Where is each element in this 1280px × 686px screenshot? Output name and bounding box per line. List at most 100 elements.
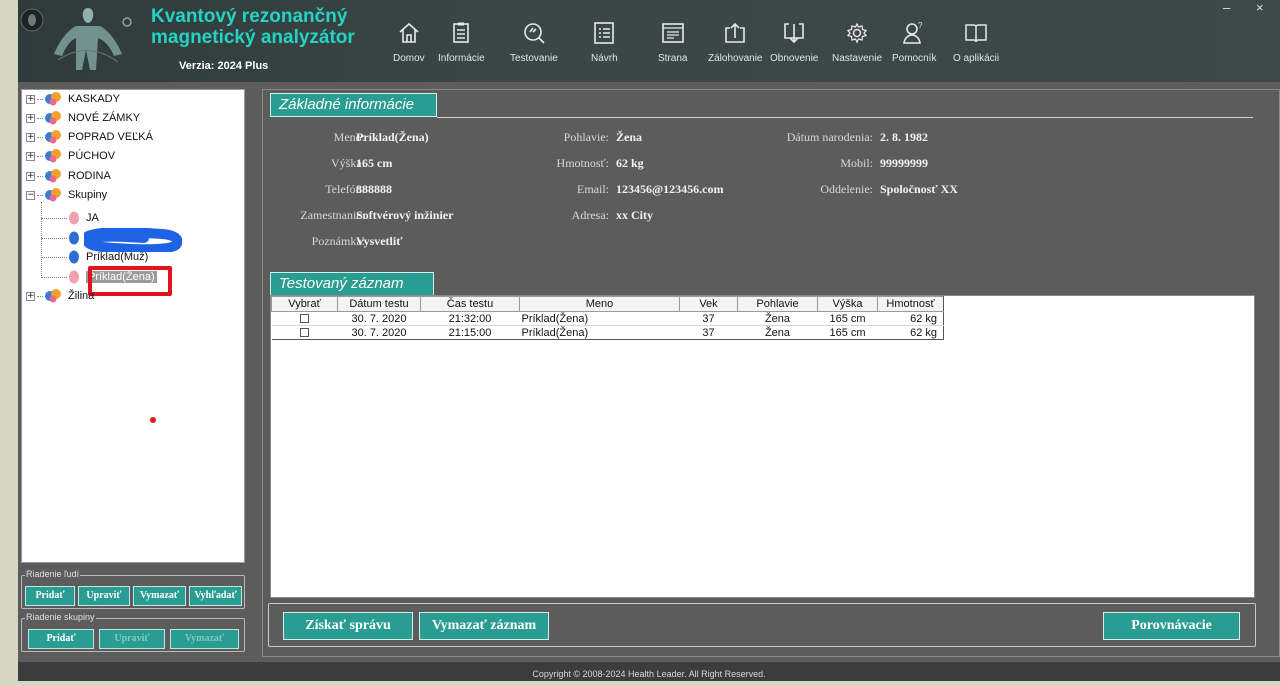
weight-cell: 62 kg	[877, 325, 944, 340]
column-header-select[interactable]: Vybrať	[271, 296, 338, 312]
nav-info[interactable]: Informácie	[438, 20, 485, 76]
tree-person-redacted[interactable]	[41, 231, 86, 245]
edit-person-button[interactable]: Upraviť	[78, 586, 130, 606]
column-header-gender[interactable]: Pohlavie	[737, 296, 818, 312]
gender-value: Žena	[616, 130, 643, 144]
female-person-icon	[69, 211, 79, 225]
mobile-label: Mobil:	[840, 156, 873, 170]
height-cell: 165 cm	[817, 311, 878, 326]
copyright-footer: Copyright © 2008-2024 Health Leader. All…	[18, 662, 1280, 681]
app-title-line1: Kvantový rezonančný	[151, 6, 348, 27]
nav-home-label: Domov	[393, 53, 425, 64]
edit-group-button[interactable]: Upraviť	[99, 629, 165, 649]
nav-home[interactable]: Domov	[393, 20, 425, 76]
nav-testing[interactable]: Testovanie	[510, 20, 558, 76]
compare-button[interactable]: Porovnávacie	[1103, 612, 1240, 640]
app-title: Kvantový rezonančný magnetický analyzáto…	[151, 6, 355, 48]
height-value: 165 cm	[356, 156, 393, 170]
search-person-button[interactable]: Vyhľadať	[189, 586, 242, 606]
tree-connector	[41, 217, 67, 219]
department-value: Spoločnosť XX	[880, 182, 958, 196]
nav-about[interactable]: O aplikácii	[953, 20, 999, 76]
collapse-icon[interactable]: −	[26, 190, 35, 200]
nav-backup[interactable]: Zálohovanie	[708, 20, 762, 76]
expand-icon[interactable]: +	[26, 171, 35, 181]
tree-group-puchov[interactable]: + PÚCHOV	[26, 149, 115, 163]
expand-icon[interactable]: +	[26, 291, 35, 301]
home-icon	[399, 22, 419, 43]
people-tree: + KASKADY + NOVÉ ZÁMKY + POPRAD VEĽKÁ + …	[21, 89, 245, 563]
selection-highlight	[88, 266, 172, 296]
group-icon	[45, 130, 61, 144]
select-checkbox[interactable]	[300, 314, 309, 324]
tree-group-skupiny[interactable]: − Skupiny	[26, 188, 107, 202]
delete-person-button[interactable]: Vymazať	[133, 586, 186, 606]
delete-group-button[interactable]: Vymazať	[170, 629, 239, 649]
nav-page[interactable]: Strana	[658, 20, 687, 76]
add-group-button[interactable]: Pridať	[28, 629, 94, 649]
group-icon	[45, 188, 61, 202]
tree-group-label: KASKADY	[68, 93, 120, 105]
nav-restore-label: Obnovenie	[770, 53, 819, 64]
tree-group-label: Skupiny	[68, 189, 108, 201]
email-value: 123456@123456.com	[616, 182, 724, 196]
delete-record-button[interactable]: Vymazať záznam	[419, 612, 549, 640]
table-row[interactable]: 30. 7. 2020 21:15:00 Príklad(Žena) 37 Že…	[271, 325, 944, 340]
tree-group-kaskady[interactable]: + KASKADY	[26, 92, 120, 106]
age-cell: 37	[679, 325, 738, 340]
app-header: Kvantový rezonančný magnetický analyzáto…	[18, 0, 1280, 82]
column-header-weight[interactable]: Hmotnosť	[877, 296, 944, 312]
tree-group-label: POPRAD VEĽKÁ	[68, 131, 153, 143]
nav-testing-label: Testovanie	[510, 53, 558, 64]
tree-connector	[41, 276, 67, 278]
male-person-icon	[69, 250, 79, 264]
add-person-button[interactable]: Pridať	[25, 586, 75, 606]
minimize-button[interactable]: –	[1223, 0, 1230, 15]
tree-connector	[37, 117, 43, 119]
expand-icon[interactable]: +	[26, 113, 35, 123]
tree-group-poprad[interactable]: + POPRAD VEĽKÁ	[26, 130, 153, 144]
nav-restore[interactable]: Obnovenie	[770, 20, 818, 76]
nav-info-label: Informácie	[438, 53, 485, 64]
nav-design[interactable]: Návrh	[591, 20, 618, 76]
select-cell[interactable]	[271, 311, 338, 326]
get-report-button[interactable]: Získať správu	[283, 612, 413, 640]
test-dial-icon	[524, 23, 545, 44]
tree-connector	[41, 256, 67, 258]
clipboard-icon	[453, 22, 470, 43]
tree-connector	[37, 136, 43, 138]
expand-icon[interactable]: +	[26, 94, 35, 104]
column-header-name[interactable]: Meno	[519, 296, 680, 312]
column-header-age[interactable]: Vek	[679, 296, 738, 312]
people-management-legend: Riadenie ľudí	[25, 569, 81, 579]
tree-connector	[37, 295, 43, 297]
nav-help[interactable]: ? Pomocník	[892, 20, 936, 76]
nav-settings[interactable]: Nastavenie	[832, 20, 882, 76]
tree-group-nove-zamky[interactable]: + NOVÉ ZÁMKY	[26, 111, 140, 125]
column-header-date[interactable]: Dátum testu	[337, 296, 421, 312]
column-header-height[interactable]: Výška	[817, 296, 878, 312]
tree-group-zilina[interactable]: + Žilina	[26, 289, 94, 303]
expand-icon[interactable]: +	[26, 151, 35, 161]
close-button[interactable]: ×	[1256, 0, 1264, 15]
gender-cell: Žena	[737, 311, 818, 326]
column-header-time[interactable]: Čas testu	[420, 296, 520, 312]
table-row[interactable]: 30. 7. 2020 21:32:00 Príklad(Žena) 37 Že…	[271, 311, 944, 326]
tree-person-ja[interactable]: JA	[41, 211, 99, 225]
tree-group-rodina[interactable]: + RODINA	[26, 169, 111, 183]
tree-group-label: PÚCHOV	[68, 150, 116, 162]
tree-group-label: RODINA	[68, 170, 111, 182]
test-records-title: Testovaný záznam	[270, 272, 434, 296]
app-window: Kvantový rezonančný magnetický analyzáto…	[18, 0, 1280, 681]
expand-icon[interactable]: +	[26, 132, 35, 142]
nav-help-label: Pomocník	[892, 53, 937, 64]
book-icon	[965, 24, 987, 43]
select-checkbox[interactable]	[300, 328, 309, 338]
select-cell[interactable]	[271, 325, 338, 340]
name-cell: Príklad(Žena)	[519, 325, 680, 340]
nav-backup-label: Zálohovanie	[708, 53, 763, 64]
window-icon	[661, 23, 684, 43]
tree-person-priklad-muz[interactable]: Príklad(Muž)	[41, 250, 148, 264]
cursor-dot	[150, 417, 156, 423]
group-icon	[45, 111, 61, 125]
